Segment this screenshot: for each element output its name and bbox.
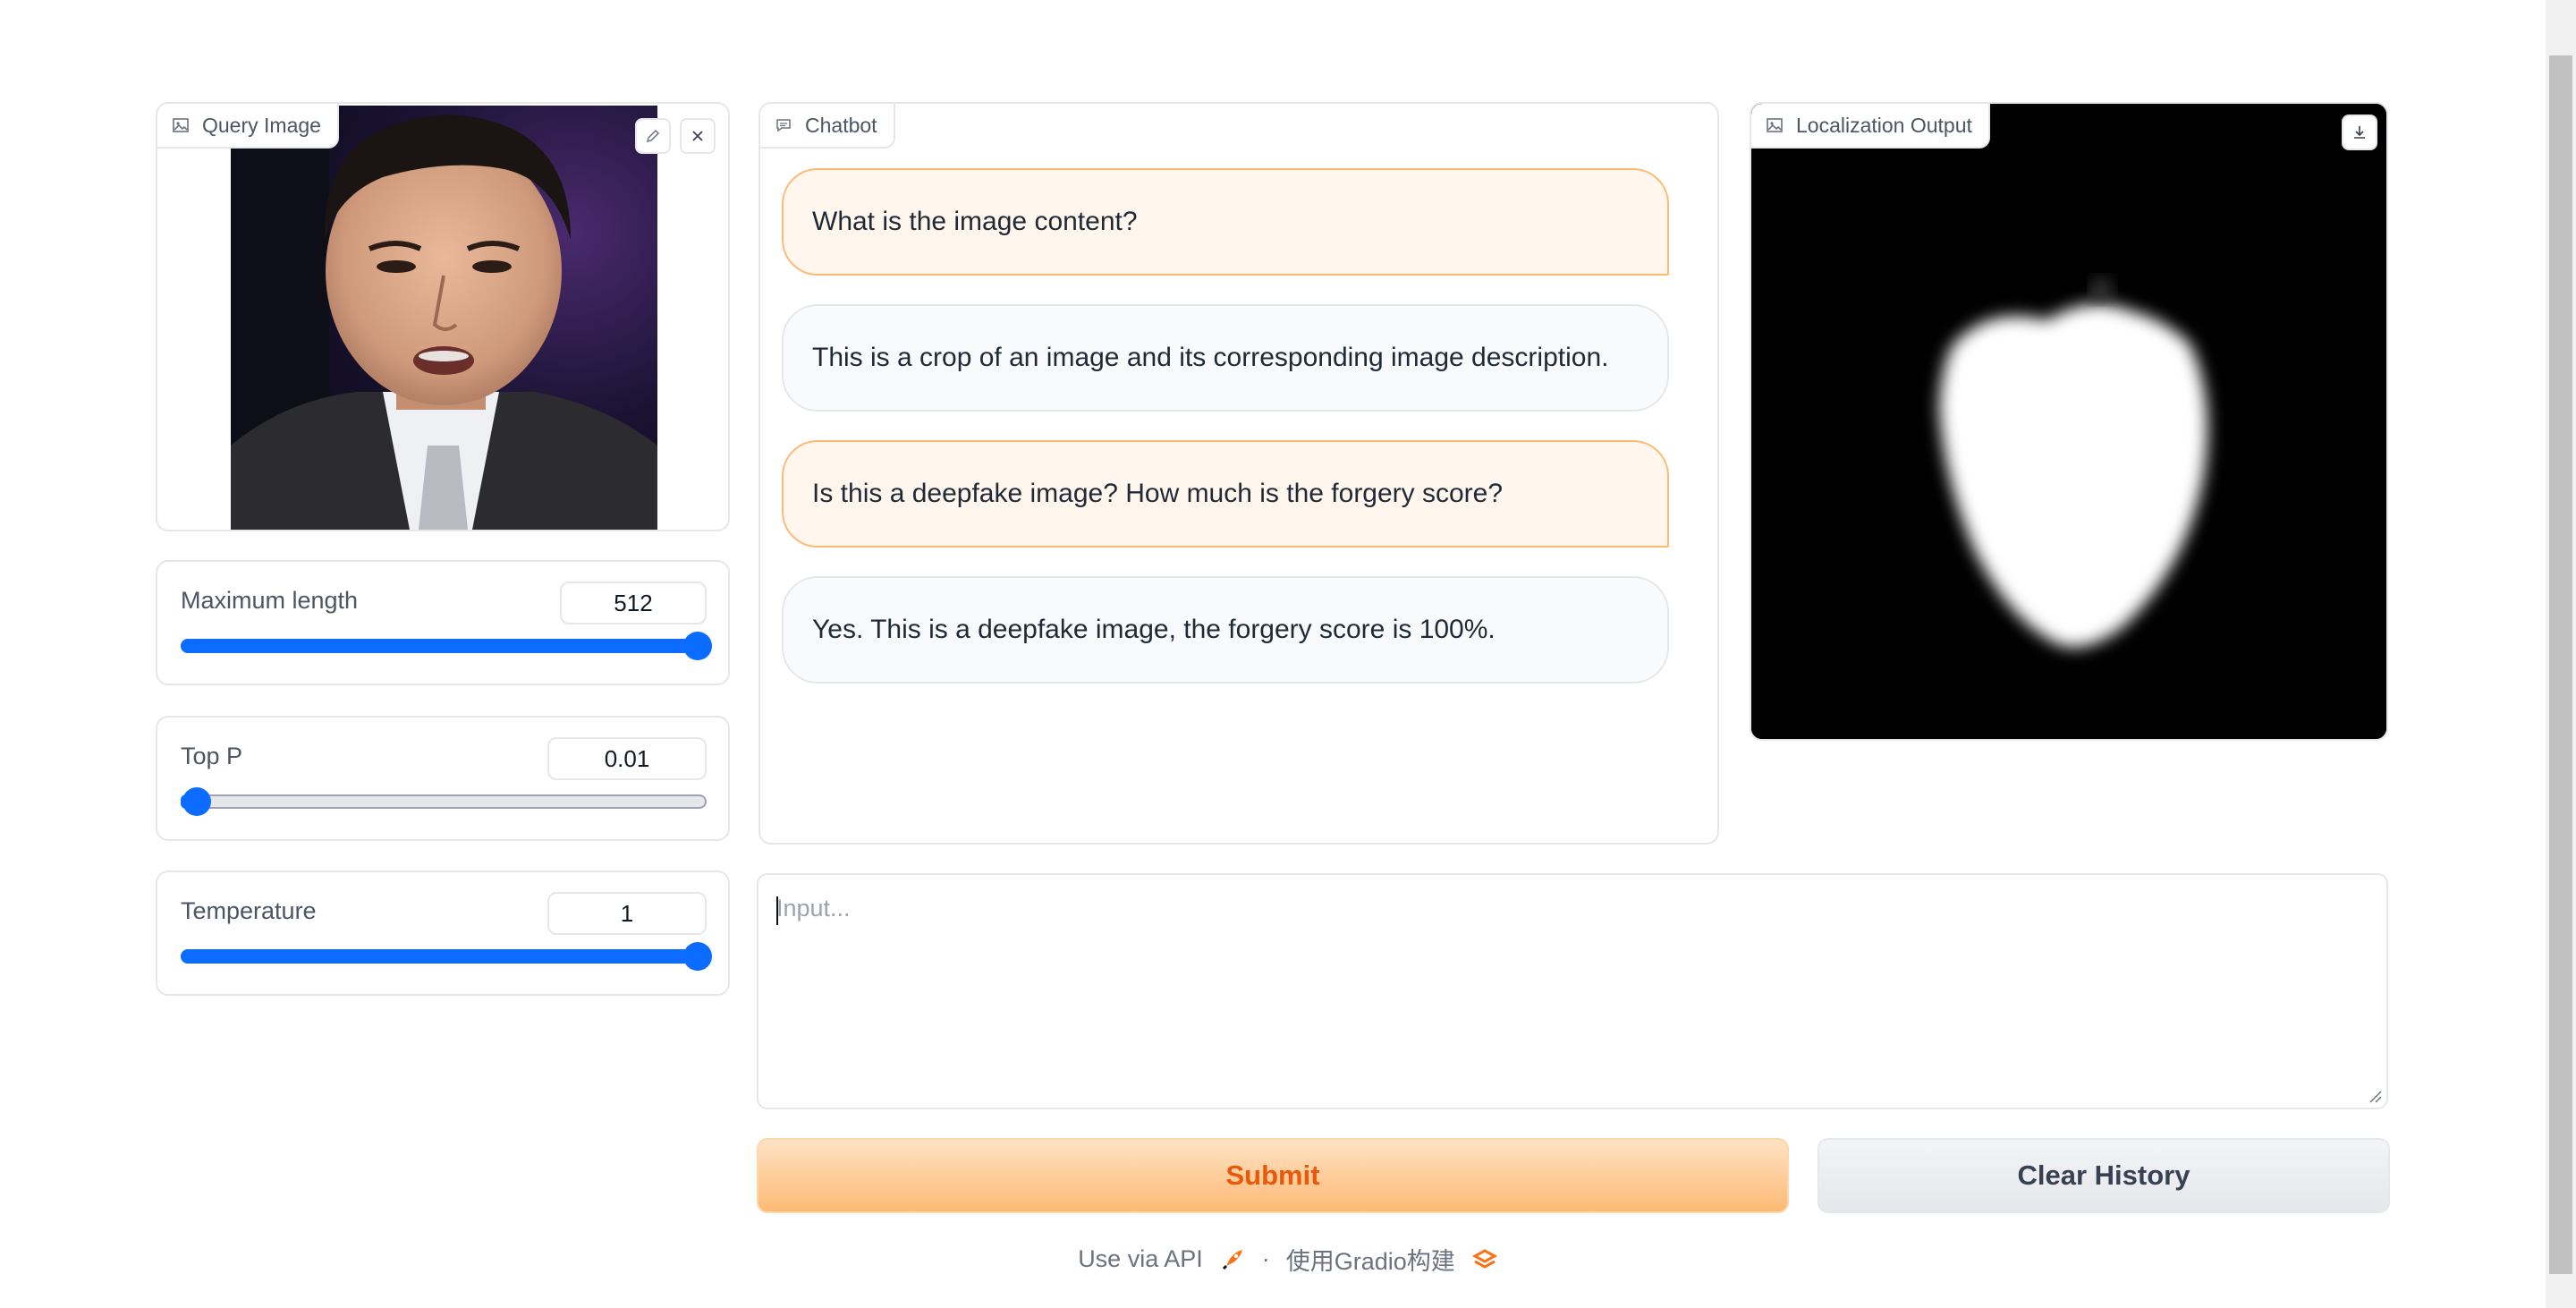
user-message-text: Is this a deepfake image? How much is th… [812, 479, 1504, 508]
temperature-slider-panel: Temperature 1 [156, 871, 730, 996]
rocket-icon [1222, 1249, 1242, 1270]
clear-image-button[interactable] [680, 118, 716, 154]
message-input-textarea[interactable]: Input... [757, 873, 2388, 1109]
user-message-text: What is the image content? [812, 207, 1138, 236]
pencil-icon [646, 129, 660, 143]
localization-output-title: Localization Output [1796, 113, 1972, 137]
edit-image-button[interactable] [635, 118, 671, 154]
built-with-gradio-link[interactable]: 使用Gradio构建 [1286, 1242, 1455, 1277]
bot-message-text: Yes. This is a deepfake image, the forge… [812, 615, 1496, 644]
download-button[interactable] [2342, 115, 2377, 150]
top-p-label: Top P [181, 743, 243, 769]
temperature-slider-track[interactable] [181, 942, 712, 971]
input-placeholder: Input... [776, 895, 851, 922]
download-icon [2354, 126, 2365, 139]
max-length-label: Maximum length [181, 587, 359, 614]
temperature-label: Temperature [181, 897, 317, 924]
resize-handle-icon[interactable] [2367, 1088, 2383, 1104]
max-length-slider-panel: Maximum length 512 [156, 560, 730, 685]
max-length-slider-fill [181, 639, 703, 653]
max-length-slider-track[interactable] [181, 632, 712, 660]
top-p-slider-panel: Top P 0.01 [156, 716, 730, 841]
top-p-number-input[interactable]: 0.01 [547, 737, 707, 780]
query-image-label: Query Image [157, 104, 339, 149]
image-icon [173, 118, 189, 132]
query-image-panel: Query Image [156, 102, 730, 531]
user-message: Is this a deepfake image? How much is th… [782, 440, 1669, 548]
chatbot-label: Chatbot [760, 104, 895, 149]
temperature-number-input[interactable]: 1 [547, 892, 707, 935]
clear-history-button[interactable]: Clear History [1818, 1138, 2390, 1213]
temperature-slider-fill [181, 949, 703, 964]
footer-separator: · [1261, 1245, 1270, 1272]
chat-icon [776, 119, 791, 132]
localization-mask-image [1751, 104, 2386, 739]
top-p-slider-thumb[interactable] [182, 787, 211, 816]
submit-button[interactable]: Submit [757, 1138, 1789, 1213]
use-via-api-link[interactable]: Use via API [1078, 1245, 1203, 1273]
query-image-title: Query Image [202, 113, 321, 137]
gradio-logo-icon [1471, 1248, 1497, 1269]
scrollbar-thumb[interactable] [2549, 55, 2572, 1274]
temperature-slider-thumb[interactable] [683, 942, 712, 971]
localization-output-panel: Localization Output [1750, 102, 2388, 741]
bot-message: Yes. This is a deepfake image, the forge… [782, 576, 1669, 684]
localization-output-label: Localization Output [1751, 104, 1990, 149]
chatbot-title: Chatbot [805, 113, 877, 137]
query-face-photo [231, 106, 657, 530]
page-scrollbar[interactable] [2546, 0, 2576, 1308]
max-length-slider-thumb[interactable] [683, 632, 712, 660]
chatbot-panel: Chatbot What is the image content? This … [758, 102, 1719, 845]
top-p-slider-track[interactable] [181, 787, 707, 816]
footer: Use via API · 使用Gradio构建 [0, 1242, 2576, 1277]
max-length-number-input[interactable]: 512 [560, 582, 707, 624]
image-icon [1767, 118, 1783, 132]
bot-message-text: This is a crop of an image and its corre… [812, 343, 1609, 372]
bot-message: This is a crop of an image and its corre… [782, 304, 1669, 412]
user-message: What is the image content? [782, 168, 1669, 276]
close-icon [692, 131, 703, 141]
